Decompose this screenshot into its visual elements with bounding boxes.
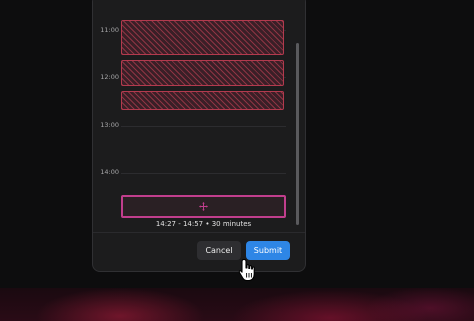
time-label-12: 12:00 bbox=[100, 73, 119, 81]
move-icon bbox=[199, 202, 208, 211]
footer-divider bbox=[93, 232, 305, 233]
time-label-11: 11:00 bbox=[100, 26, 119, 34]
time-label-13: 13:00 bbox=[100, 121, 119, 129]
time-label-14: 14:00 bbox=[100, 168, 119, 176]
hand-pointer-cursor-icon bbox=[238, 258, 255, 282]
calendar-scrollbar[interactable] bbox=[296, 43, 299, 225]
hour-line-13 bbox=[121, 126, 286, 127]
busy-block bbox=[121, 91, 284, 110]
calendar-day-view[interactable]: 11:00 12:00 13:00 14:00 14:27 - 14:57 • … bbox=[93, 0, 305, 231]
busy-block bbox=[121, 60, 284, 86]
cancel-button[interactable]: Cancel bbox=[197, 241, 241, 260]
selection-summary: 14:27 - 14:57 • 30 minutes bbox=[155, 220, 252, 228]
schedule-dialog: 11:00 12:00 13:00 14:00 14:27 - 14:57 • … bbox=[92, 0, 306, 272]
hour-line-14 bbox=[121, 173, 286, 174]
busy-block bbox=[121, 20, 284, 55]
selected-time-slot[interactable] bbox=[121, 195, 286, 218]
desktop-wallpaper bbox=[0, 288, 474, 321]
